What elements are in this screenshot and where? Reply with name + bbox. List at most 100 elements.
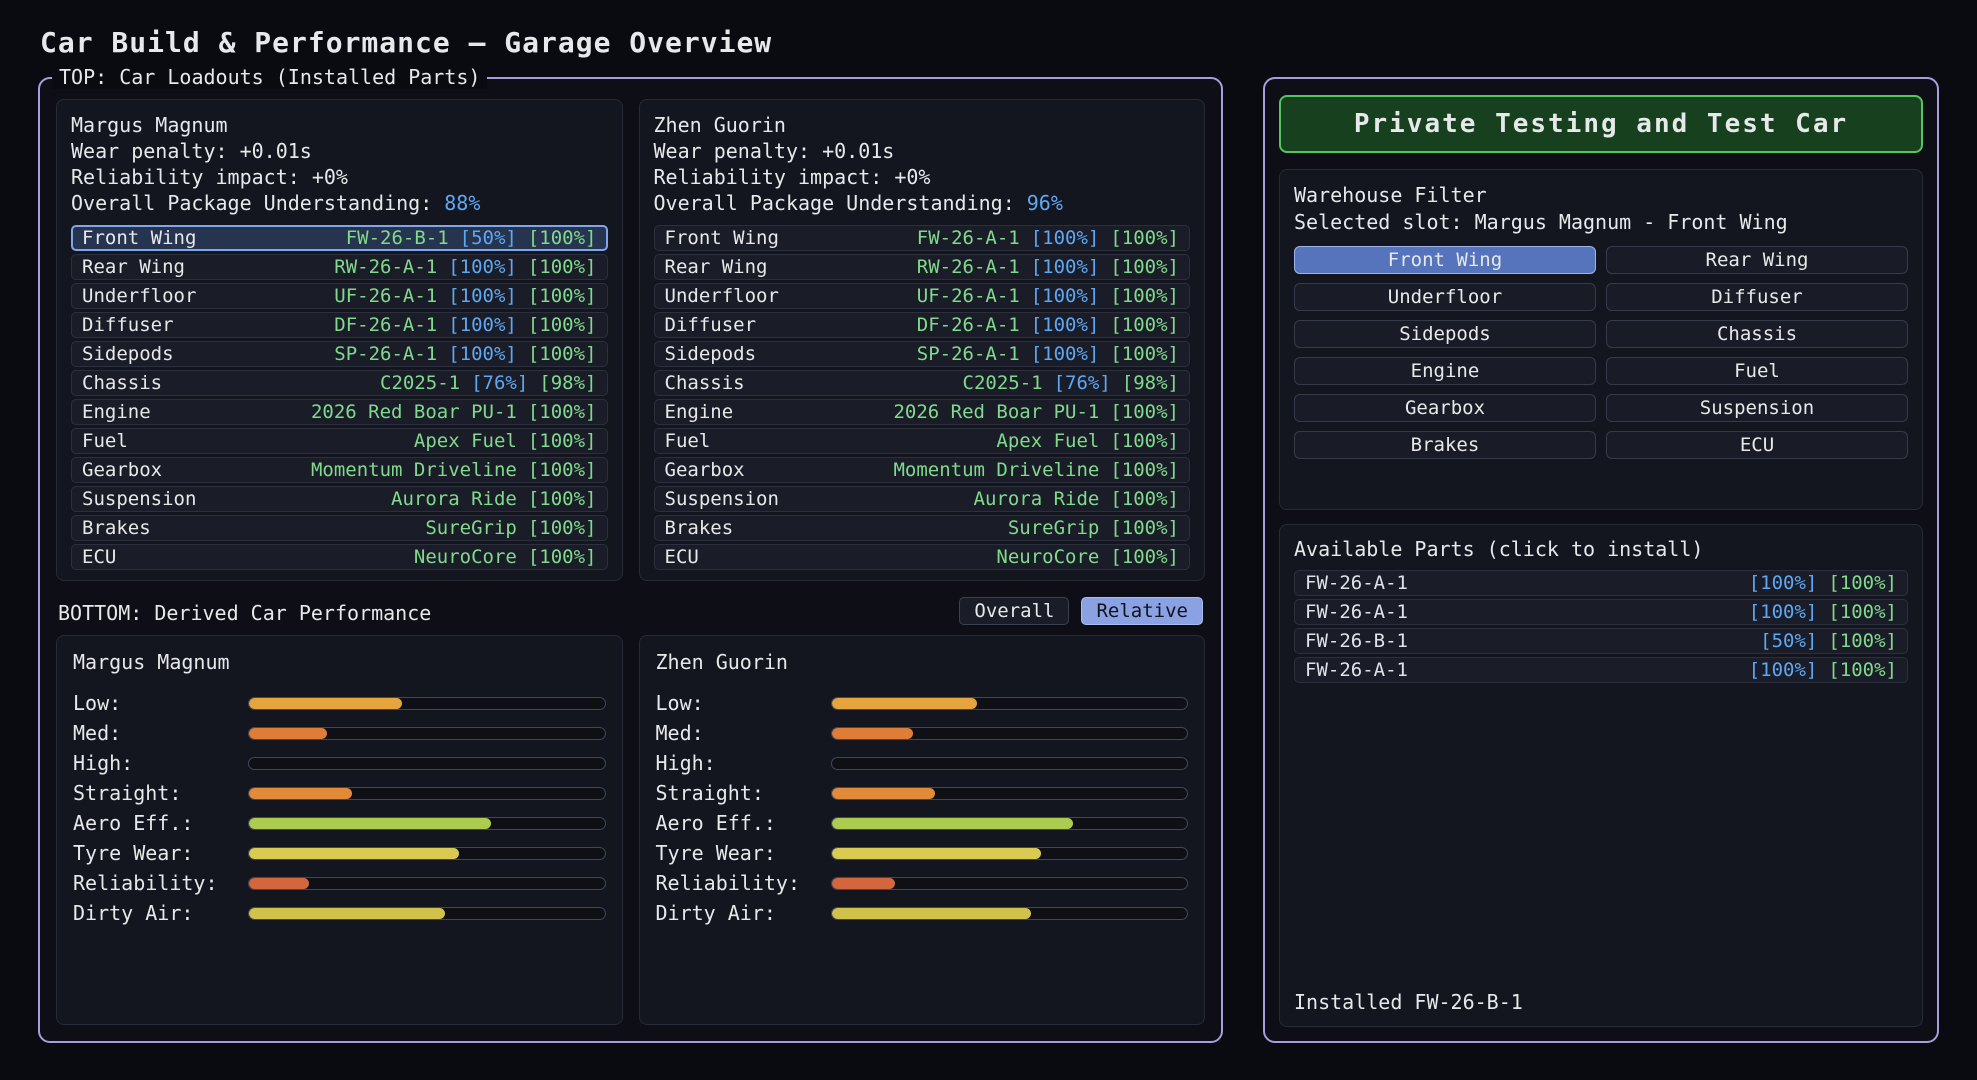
available-part-row[interactable]: FW-26-B-1 [50%][100%]: [1294, 628, 1908, 654]
toggle-relative-button[interactable]: Relative: [1081, 597, 1203, 625]
available-part-row[interactable]: FW-26-A-1 [100%][100%]: [1294, 570, 1908, 596]
perf-bar-fill: [249, 908, 445, 919]
part-id: C2025-1: [380, 372, 460, 394]
loadout-row-suspension[interactable]: Suspension Aurora Ride[100%]: [654, 486, 1191, 512]
part-id: Apex Fuel: [996, 430, 1099, 452]
part-id: 2026 Red Boar PU-1: [311, 401, 517, 423]
loadout-row-brakes[interactable]: Brakes SureGrip[100%]: [71, 515, 608, 541]
perf-bar-row: Aero Eff.:: [656, 808, 1189, 838]
perf-bar-label: Low:: [656, 691, 831, 715]
slot-filter-grid: Front Wing Rear Wing Underfloor Diffuser…: [1294, 246, 1908, 459]
loadout-row-suspension[interactable]: Suspension Aurora Ride[100%]: [71, 486, 608, 512]
available-part-row[interactable]: FW-26-A-1 [100%][100%]: [1294, 657, 1908, 683]
loadout-legend: TOP: Car Loadouts (Installed Parts): [52, 65, 487, 89]
wear-penalty: Wear penalty: +0.01s: [71, 138, 608, 164]
loadout-row-diffuser[interactable]: Diffuser DF-26-A-1[100%][100%]: [71, 312, 608, 338]
filter-slot-gearbox[interactable]: Gearbox: [1294, 394, 1596, 422]
perf-bar-fill: [832, 818, 1074, 829]
parts-list: Front Wing FW-26-B-1[50%][100%] Rear Win…: [71, 225, 608, 570]
perf-bar-track: [248, 697, 606, 710]
loadout-row-rear-wing[interactable]: Rear Wing RW-26-A-1[100%][100%]: [654, 254, 1191, 280]
part-id: Momentum Driveline: [311, 459, 517, 481]
filter-slot-underfloor[interactable]: Underfloor: [1294, 283, 1596, 311]
part-values: SureGrip[100%]: [1008, 517, 1179, 539]
filter-slot-engine[interactable]: Engine: [1294, 357, 1596, 385]
part-pct-1: [50%]: [460, 227, 517, 249]
perf-bar-fill: [249, 698, 402, 709]
perf-bar-track: [248, 907, 606, 920]
perf-bar-row: High:: [73, 748, 606, 778]
loadout-row-underfloor[interactable]: Underfloor UF-26-A-1[100%][100%]: [654, 283, 1191, 309]
loadout-row-chassis[interactable]: Chassis C2025-1[76%][98%]: [71, 370, 608, 396]
perf-bar-label: High:: [656, 751, 831, 775]
available-parts-title: Available Parts (click to install): [1294, 537, 1908, 561]
reliability-impact: Reliability impact: +0%: [654, 164, 1191, 190]
part-values: Aurora Ride[100%]: [974, 488, 1179, 510]
part-values: UF-26-A-1[100%][100%]: [917, 285, 1179, 307]
loadout-row-ecu[interactable]: ECU NeuroCore[100%]: [71, 544, 608, 570]
filter-slot-ecu[interactable]: ECU: [1606, 431, 1908, 459]
filter-slot-fuel[interactable]: Fuel: [1606, 357, 1908, 385]
part-pct-2: [100%]: [528, 430, 597, 452]
loadout-row-brakes[interactable]: Brakes SureGrip[100%]: [654, 515, 1191, 541]
loadout-row-engine[interactable]: Engine 2026 Red Boar PU-1[100%]: [654, 399, 1191, 425]
part-values: 2026 Red Boar PU-1[100%]: [893, 401, 1179, 423]
loadout-row-front-wing[interactable]: Front Wing FW-26-A-1[100%][100%]: [654, 225, 1191, 251]
filter-slot-front-wing[interactable]: Front Wing: [1294, 246, 1596, 274]
filter-slot-suspension[interactable]: Suspension: [1606, 394, 1908, 422]
part-pct-2: [100%]: [528, 314, 597, 336]
toggle-overall-button[interactable]: Overall: [959, 597, 1069, 625]
loadout-row-fuel[interactable]: Fuel Apex Fuel[100%]: [654, 428, 1191, 454]
perf-bar-label: High:: [73, 751, 248, 775]
perf-bar-track: [831, 907, 1189, 920]
filter-slot-sidepods[interactable]: Sidepods: [1294, 320, 1596, 348]
loadout-row-gearbox[interactable]: Gearbox Momentum Driveline[100%]: [71, 457, 608, 483]
perf-bar-label: Reliability:: [656, 871, 831, 895]
loadout-row-rear-wing[interactable]: Rear Wing RW-26-A-1[100%][100%]: [71, 254, 608, 280]
perf-bar-label: Straight:: [656, 781, 831, 805]
perf-bar-track: [248, 757, 606, 770]
perf-bar-row: Low:: [73, 688, 606, 718]
perf-bar-label: Dirty Air:: [73, 901, 248, 925]
performance-grid: Margus Magnum Low: Med: High: Straight: …: [56, 635, 1205, 1025]
available-parts-card: Available Parts (click to install) FW-26…: [1279, 524, 1923, 1027]
part-pct-1: [100%]: [448, 314, 517, 336]
loadout-row-chassis[interactable]: Chassis C2025-1[76%][98%]: [654, 370, 1191, 396]
filter-slot-brakes[interactable]: Brakes: [1294, 431, 1596, 459]
loadout-row-front-wing[interactable]: Front Wing FW-26-B-1[50%][100%]: [71, 225, 608, 251]
part-slot-label: Brakes: [665, 517, 734, 539]
part-slot-label: Front Wing: [665, 227, 779, 249]
part-slot-label: Chassis: [82, 372, 162, 394]
filter-slot-diffuser[interactable]: Diffuser: [1606, 283, 1908, 311]
part-slot-label: Chassis: [665, 372, 745, 394]
loadout-grid: Margus Magnum Wear penalty: +0.01s Relia…: [56, 99, 1205, 581]
perf-bar-fill: [832, 908, 1031, 919]
perf-bar-track: [831, 817, 1189, 830]
part-slot-label: Engine: [82, 401, 151, 423]
loadout-row-ecu[interactable]: ECU NeuroCore[100%]: [654, 544, 1191, 570]
part-slot-label: Rear Wing: [82, 256, 185, 278]
filter-slot-chassis[interactable]: Chassis: [1606, 320, 1908, 348]
part-id: SureGrip: [425, 517, 517, 539]
loadout-row-sidepods[interactable]: Sidepods SP-26-A-1[100%][100%]: [654, 341, 1191, 367]
part-pct-1: [100%]: [1749, 601, 1818, 623]
part-id: DF-26-A-1: [334, 314, 437, 336]
loadout-row-sidepods[interactable]: Sidepods SP-26-A-1[100%][100%]: [71, 341, 608, 367]
loadout-row-gearbox[interactable]: Gearbox Momentum Driveline[100%]: [654, 457, 1191, 483]
available-part-row[interactable]: FW-26-A-1 [100%][100%]: [1294, 599, 1908, 625]
loadout-row-underfloor[interactable]: Underfloor UF-26-A-1[100%][100%]: [71, 283, 608, 309]
part-slot-label: Gearbox: [665, 459, 745, 481]
loadout-row-engine[interactable]: Engine 2026 Red Boar PU-1[100%]: [71, 399, 608, 425]
perf-bar-label: Low:: [73, 691, 248, 715]
loadout-row-fuel[interactable]: Fuel Apex Fuel[100%]: [71, 428, 608, 454]
perf-bar-row: Aero Eff.:: [73, 808, 606, 838]
part-id: FW-26-A-1: [1305, 572, 1408, 594]
filter-slot-rear-wing[interactable]: Rear Wing: [1606, 246, 1908, 274]
part-pct-2: [100%]: [1828, 630, 1897, 652]
part-pct-2: [100%]: [528, 227, 597, 249]
part-pct-2: [100%]: [1110, 227, 1179, 249]
part-pct-2: [100%]: [1110, 401, 1179, 423]
loadout-row-diffuser[interactable]: Diffuser DF-26-A-1[100%][100%]: [654, 312, 1191, 338]
part-id: DF-26-A-1: [917, 314, 1020, 336]
private-testing-header-button[interactable]: Private Testing and Test Car: [1279, 95, 1923, 153]
